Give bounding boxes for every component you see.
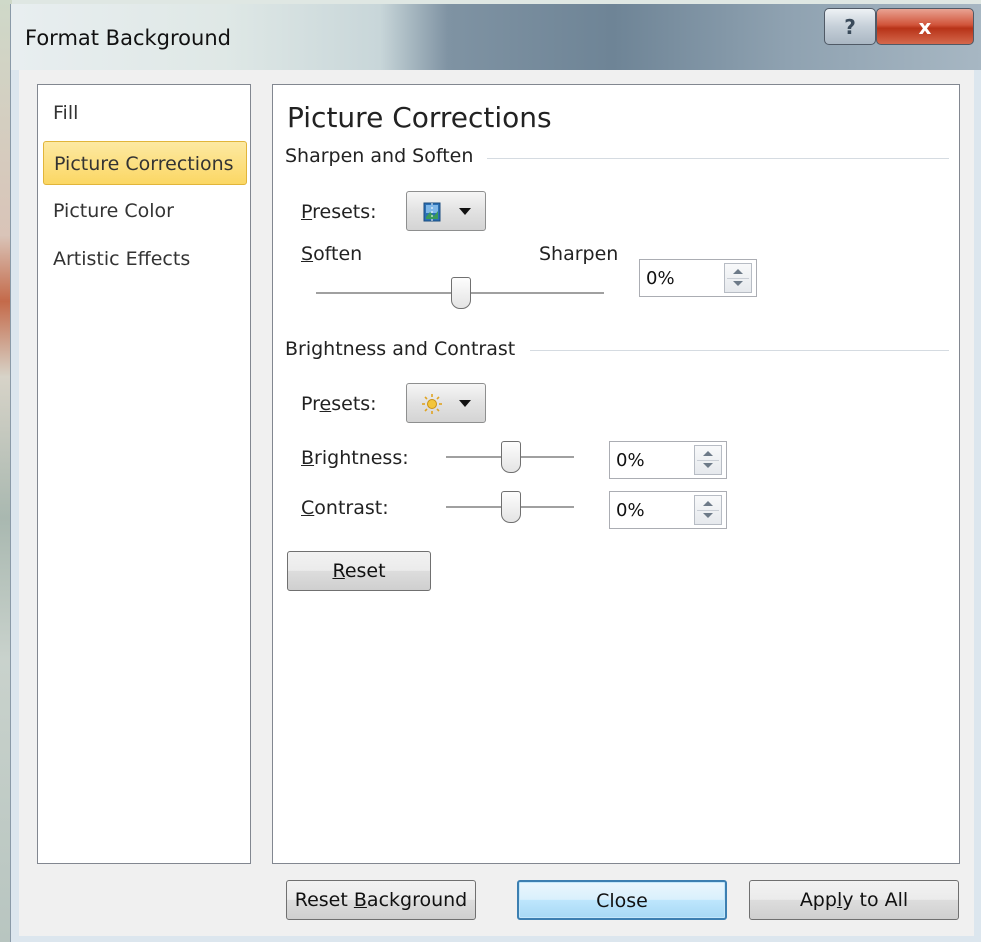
sharpen-preset-icon [423, 202, 441, 222]
help-icon: ? [844, 14, 856, 39]
nav-item-picture-color[interactable]: Picture Color [43, 189, 247, 233]
help-button[interactable]: ? [824, 8, 876, 45]
spin-up-icon[interactable] [733, 269, 743, 274]
window-title: Format Background [25, 26, 231, 50]
reset-background-button[interactable]: Reset Background [286, 880, 476, 920]
contrast-spinbox[interactable]: 0% [609, 491, 727, 529]
spin-down-icon[interactable] [703, 513, 713, 518]
dialog-body: Fill Picture Corrections Picture Color A… [19, 70, 974, 936]
nav-item-artistic-effects[interactable]: Artistic Effects [43, 237, 247, 281]
spin-up-icon[interactable] [703, 501, 713, 506]
reset-button[interactable]: Reset [287, 551, 431, 591]
spin-down-icon[interactable] [733, 281, 743, 286]
brightness-label: Brightness: [301, 447, 409, 469]
category-list: Fill Picture Corrections Picture Color A… [37, 84, 251, 864]
contrast-spinner-buttons[interactable] [694, 495, 722, 525]
brightness-spinner-buttons[interactable] [694, 445, 722, 475]
title-bar[interactable]: Format Background ? x [11, 4, 981, 70]
sharpen-presets-label: Presets: [301, 201, 377, 223]
close-icon: x [918, 14, 932, 39]
section-title-brightness: Brightness and Contrast [285, 338, 516, 360]
apply-to-all-button[interactable]: Apply to All [749, 880, 959, 920]
contrast-value[interactable]: 0% [616, 500, 645, 521]
brightness-value[interactable]: 0% [616, 450, 645, 471]
brightness-slider-thumb[interactable] [501, 441, 521, 473]
section-divider [530, 350, 949, 351]
sharpness-slider-thumb[interactable] [451, 277, 471, 309]
brightness-presets-dropdown[interactable] [406, 383, 486, 423]
page-title: Picture Corrections [287, 101, 552, 134]
section-divider [487, 158, 949, 159]
section-title-sharpen: Sharpen and Soften [285, 145, 474, 167]
sharpness-value[interactable]: 0% [646, 268, 675, 289]
sharpness-spinbox[interactable]: 0% [639, 259, 757, 297]
chevron-down-icon [459, 400, 471, 407]
brightness-spinbox[interactable]: 0% [609, 441, 727, 479]
nav-item-picture-corrections[interactable]: Picture Corrections [43, 141, 247, 185]
sharpness-spinner-buttons[interactable] [724, 263, 752, 293]
settings-panel: Picture Corrections Sharpen and Soften P… [272, 84, 960, 864]
close-button[interactable]: Close [517, 880, 727, 920]
spin-up-icon[interactable] [703, 451, 713, 456]
close-window-button[interactable]: x [876, 8, 974, 45]
contrast-label: Contrast: [301, 497, 389, 519]
sun-icon [422, 394, 442, 414]
brightness-presets-label: Presets: [301, 393, 377, 415]
chevron-down-icon [459, 208, 471, 215]
sharpen-presets-dropdown[interactable] [406, 191, 486, 231]
sharpen-label: Sharpen [539, 243, 619, 265]
format-background-dialog: Format Background ? x Fill Picture Corre… [10, 4, 981, 942]
nav-item-fill[interactable]: Fill [43, 91, 247, 135]
spin-down-icon[interactable] [703, 463, 713, 468]
contrast-slider-thumb[interactable] [501, 491, 521, 523]
soften-label: Soften [301, 243, 363, 265]
